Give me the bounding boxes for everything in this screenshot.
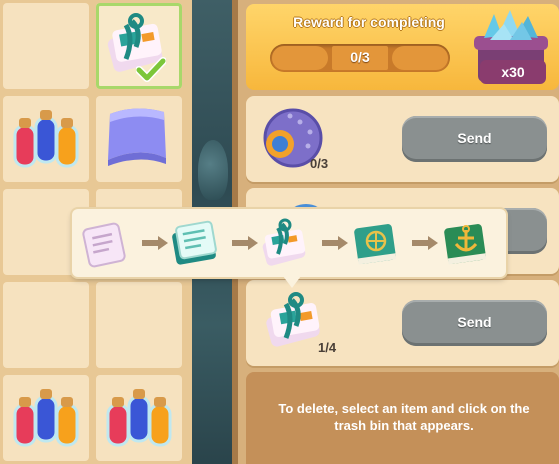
inventory-slot-9[interactable] (3, 375, 89, 461)
send-button[interactable]: Send (402, 116, 547, 162)
arrow-right-icon (142, 236, 168, 250)
inventory-slot-2[interactable] (96, 3, 182, 89)
document-stack-icon (172, 220, 217, 265)
anchor-book-icon (444, 224, 487, 265)
inventory-slot-3[interactable] (3, 96, 89, 182)
inventory-slot-7[interactable] (3, 282, 89, 368)
reward-title: Reward for completing (293, 14, 445, 30)
reward-progress-bar: 0/3 (270, 44, 450, 72)
chest-count-badge: x30 (480, 60, 546, 84)
arrow-right-icon (232, 236, 258, 250)
scroll-bundle-icon (262, 218, 306, 266)
arrow-right-icon (322, 236, 348, 250)
arrow-right-icon (412, 236, 438, 250)
inventory-slot-1[interactable] (3, 3, 89, 89)
potion-set-icon (13, 110, 79, 168)
blue-cloth-icon (108, 108, 166, 166)
inventory-slot-10[interactable] (96, 375, 182, 461)
task-row-1: 0/3 Send (246, 96, 559, 182)
lamp-decoration (198, 140, 228, 200)
task-row-3: 1/4 Send (246, 280, 559, 366)
checkmark-icon (136, 57, 166, 82)
inventory-slot-8[interactable] (96, 282, 182, 368)
merge-chain-tooltip (72, 209, 506, 277)
potion-set-icon (106, 389, 172, 447)
reward-progress-text: 0/3 (350, 49, 370, 65)
task-progress-count: 0/3 (310, 156, 329, 171)
green-book-icon (354, 224, 397, 265)
tooltip-pointer (283, 276, 301, 288)
inventory-slot-4[interactable] (96, 96, 182, 182)
info-box: To delete, select an item and click on t… (246, 372, 559, 464)
send-button[interactable]: Send (402, 300, 547, 346)
delete-hint-text: To delete, select an item and click on t… (278, 401, 530, 433)
potion-set-icon (13, 389, 79, 447)
reward-banner: Reward for completing 0/3 x30 (246, 4, 559, 90)
note-paper-icon (82, 222, 126, 268)
task-progress-count: 1/4 (318, 340, 337, 355)
